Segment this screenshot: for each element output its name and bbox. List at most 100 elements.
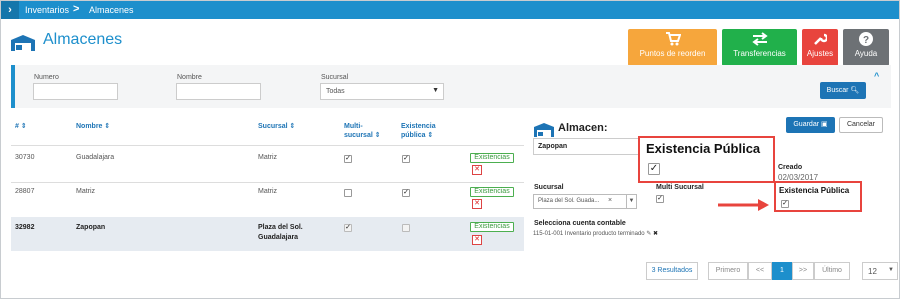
transfers-label: Transferencias xyxy=(733,49,786,58)
sucursal-select[interactable]: Todas ▼ xyxy=(320,83,444,100)
save-button[interactable]: Guardar ▣ xyxy=(786,117,835,133)
search-icon: 🔍︎ xyxy=(850,87,860,94)
sort-icon: ⇕ xyxy=(289,123,296,130)
existencias-button[interactable]: Existencias xyxy=(470,153,514,163)
sort-icon: ⇕ xyxy=(427,132,434,139)
sucursal-select-value: Todas xyxy=(326,88,345,95)
first-page-button[interactable]: Primero xyxy=(708,262,748,280)
existencias-button[interactable]: Existencias xyxy=(470,187,514,197)
cell-sucursal-line2: Guadalajara xyxy=(258,234,299,241)
remove-icon[interactable]: ✖ xyxy=(653,231,658,237)
column-nombre-label: Nombre xyxy=(76,123,103,130)
collapse-filter-icon[interactable]: ^ xyxy=(874,71,879,81)
adjustments-label: Ajustes xyxy=(806,49,834,58)
table-row[interactable]: 30730 Guadalajara Matriz ✓ ✓ Existencias… xyxy=(11,148,524,182)
callout-title: Existencia Pública xyxy=(646,141,761,156)
sort-icon: ⇕ xyxy=(20,123,27,130)
sucursal-detail-select[interactable]: Plaza del Sol. Guada... × ▼ xyxy=(533,194,637,209)
transfers-button[interactable]: Transferencias xyxy=(722,29,797,66)
column-numero[interactable]: # ⇕ xyxy=(15,122,27,130)
column-multi-label-2: sucursal xyxy=(344,132,373,139)
search-button-label: Buscar xyxy=(826,87,849,94)
help-label: Ayuda xyxy=(854,49,878,58)
cell-nombre: Matriz xyxy=(76,188,96,195)
table-row[interactable]: 28807 Matriz Matriz ✓ Existencias ✕ xyxy=(11,183,524,217)
cell-sucursal: Matriz xyxy=(258,154,278,161)
existencia-publica-checkbox[interactable]: ✓ xyxy=(402,155,410,163)
column-numero-label: # xyxy=(15,123,19,130)
adjustments-button[interactable]: Ajustes xyxy=(802,29,838,66)
results-count: 3 Resultados xyxy=(646,262,698,280)
breadcrumb-inventarios[interactable]: Inventarios xyxy=(25,5,69,15)
table-row-selected[interactable]: 32982 Zapopan Plaza del Sol. Guadalajara… xyxy=(11,217,524,251)
existencia-publica-detail-checkbox[interactable]: ✓ xyxy=(781,200,789,208)
sort-icon: ⇕ xyxy=(374,132,381,139)
sort-icon: ⇕ xyxy=(104,123,111,130)
column-existencia-label: Existencia xyxy=(401,123,436,130)
cuenta-contable-value: 115-01-001 Inventario producto terminado xyxy=(533,231,645,237)
callout-arrow-icon xyxy=(718,199,769,211)
warehouse-icon xyxy=(11,35,35,51)
nombre-label: Nombre xyxy=(177,74,202,81)
existencia-publica-field: Existencia Pública ✓ xyxy=(774,181,862,212)
cell-sucursal: Matriz xyxy=(258,188,278,195)
swap-arrows-icon xyxy=(722,29,797,49)
prev-page-button[interactable]: << xyxy=(748,262,772,280)
cell-sucursal: Plaza del Sol. xyxy=(258,224,303,231)
sucursal-detail-value: Plaza del Sol. Guada... xyxy=(538,198,600,204)
delete-icon[interactable]: ✕ xyxy=(472,165,482,175)
existencia-publica-callout: Existencia Pública ✓ xyxy=(638,136,775,183)
existencia-publica-label: Existencia Pública xyxy=(779,186,850,195)
multi-sucursal-checkbox[interactable]: ✓ xyxy=(344,155,352,163)
delete-icon[interactable]: ✕ xyxy=(472,235,482,245)
numero-input[interactable] xyxy=(33,83,118,100)
cell-nombre: Zapopan xyxy=(76,224,106,231)
app-window: › Inventarios > Almacenes Almacenes Punt… xyxy=(0,0,900,299)
svg-text:?: ? xyxy=(863,35,869,46)
column-multi-sucursal[interactable]: Multi- sucursal ⇕ xyxy=(344,122,381,140)
multi-sucursal-checkbox[interactable] xyxy=(344,189,352,197)
chevron-down-icon: ▼ xyxy=(626,195,636,208)
breadcrumb-almacenes[interactable]: Almacenes xyxy=(89,5,134,15)
existencia-publica-checkbox[interactable]: ✓ xyxy=(402,189,410,197)
clear-icon[interactable]: × xyxy=(608,197,612,204)
question-icon: ? xyxy=(843,29,889,49)
cancel-button[interactable]: Cancelar xyxy=(839,117,883,133)
cell-numero: 28807 xyxy=(15,188,35,195)
cuenta-contable: 115-01-001 Inventario producto terminado… xyxy=(533,230,658,237)
column-multi-label: Multi- xyxy=(344,123,363,130)
breadcrumb-separator: > xyxy=(73,3,80,15)
column-sucursal-label: Sucursal xyxy=(258,123,288,130)
per-page-select[interactable]: 12 ▼ xyxy=(862,262,898,280)
column-nombre[interactable]: Nombre ⇕ xyxy=(76,122,110,130)
breadcrumb: › Inventarios > Almacenes xyxy=(1,1,899,19)
multi-sucursal-detail-checkbox[interactable]: ✓ xyxy=(656,195,664,203)
help-button[interactable]: ? Ayuda xyxy=(843,29,889,66)
cell-numero: 32982 xyxy=(15,224,35,231)
last-page-button[interactable]: Último xyxy=(814,262,850,280)
existencias-button[interactable]: Existencias xyxy=(470,222,514,232)
reorder-points-button[interactable]: Puntos de reorden xyxy=(628,29,717,66)
delete-icon[interactable]: ✕ xyxy=(472,199,482,209)
nav-toggle-icon[interactable]: › xyxy=(1,1,19,19)
floppy-icon: ▣ xyxy=(821,121,828,128)
wrench-icon xyxy=(802,29,838,49)
search-button[interactable]: Buscar 🔍︎ xyxy=(820,82,866,99)
chevron-down-icon: ▼ xyxy=(888,267,894,273)
per-page-value: 12 xyxy=(868,267,877,276)
edit-icon[interactable]: ✎ xyxy=(646,231,651,237)
column-sucursal[interactable]: Sucursal ⇕ xyxy=(258,122,295,130)
nombre-input[interactable] xyxy=(176,83,261,100)
creado-label: Creado xyxy=(778,164,803,171)
callout-checkbox: ✓ xyxy=(648,163,660,175)
warehouse-name-input[interactable]: Zapopan xyxy=(533,138,643,155)
numero-label: Numero xyxy=(34,74,59,81)
sucursal-detail-label: Sucursal xyxy=(534,184,564,191)
column-existencia-publica[interactable]: Existencia pública ⇕ xyxy=(401,122,436,140)
table-header-divider xyxy=(11,145,524,146)
page-1-button[interactable]: 1 xyxy=(772,262,792,280)
multi-sucursal-checkbox[interactable]: ✓ xyxy=(344,224,352,232)
next-page-button[interactable]: >> xyxy=(792,262,814,280)
filter-panel xyxy=(11,65,891,108)
existencia-publica-checkbox[interactable] xyxy=(402,224,410,232)
